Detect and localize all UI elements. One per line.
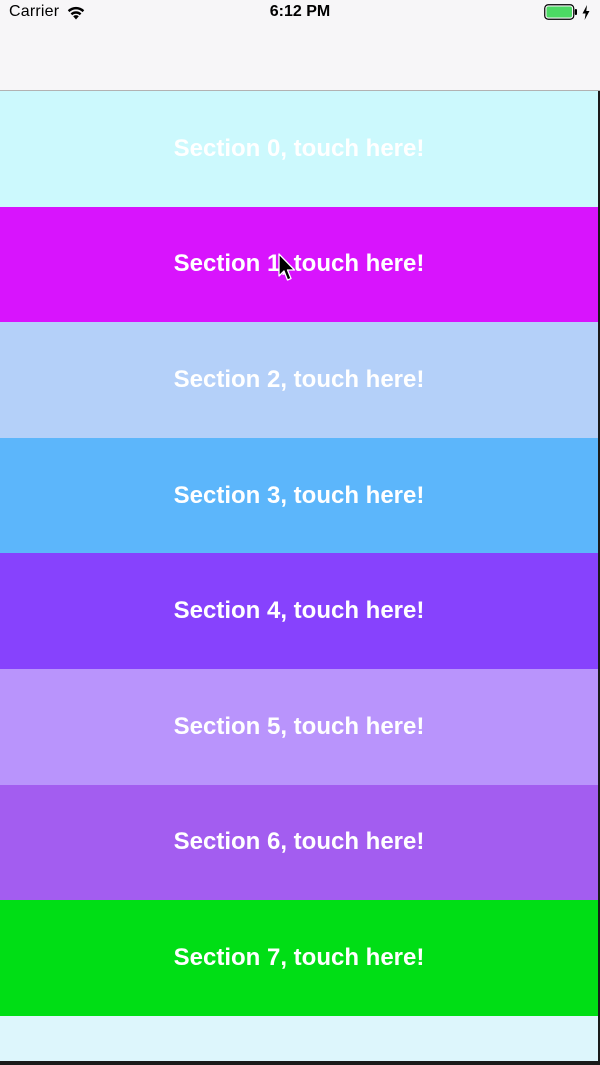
section-row-1[interactable]: Section 1, touch here! [0,206,598,323]
section-row-3[interactable]: Section 3, touch here! [0,437,598,554]
section-row-0[interactable]: Section 0, touch here! [0,91,598,207]
app-screen: Carrier 6:12 PM Section 0, touch here! S… [0,0,600,1065]
window-edge-bottom [0,1061,600,1065]
section-row-6[interactable]: Section 6, touch here! [0,784,598,901]
status-bar: Carrier 6:12 PM [0,0,600,26]
battery-fill [546,6,572,18]
section-row-4[interactable]: Section 4, touch here! [0,553,598,669]
section-row-7[interactable]: Section 7, touch here! [0,900,598,1016]
battery-group [544,4,590,20]
sections-table[interactable]: Section 0, touch here! Section 1, touch … [0,91,598,1061]
charging-bolt-icon [582,4,590,20]
battery-icon [544,4,577,20]
time-label: 6:12 PM [269,3,331,20]
section-row-2[interactable]: Section 2, touch here! [0,322,598,438]
navigation-bar [0,26,600,91]
section-row-partial[interactable] [0,1015,598,1061]
section-row-5[interactable]: Section 5, touch here! [0,668,598,785]
